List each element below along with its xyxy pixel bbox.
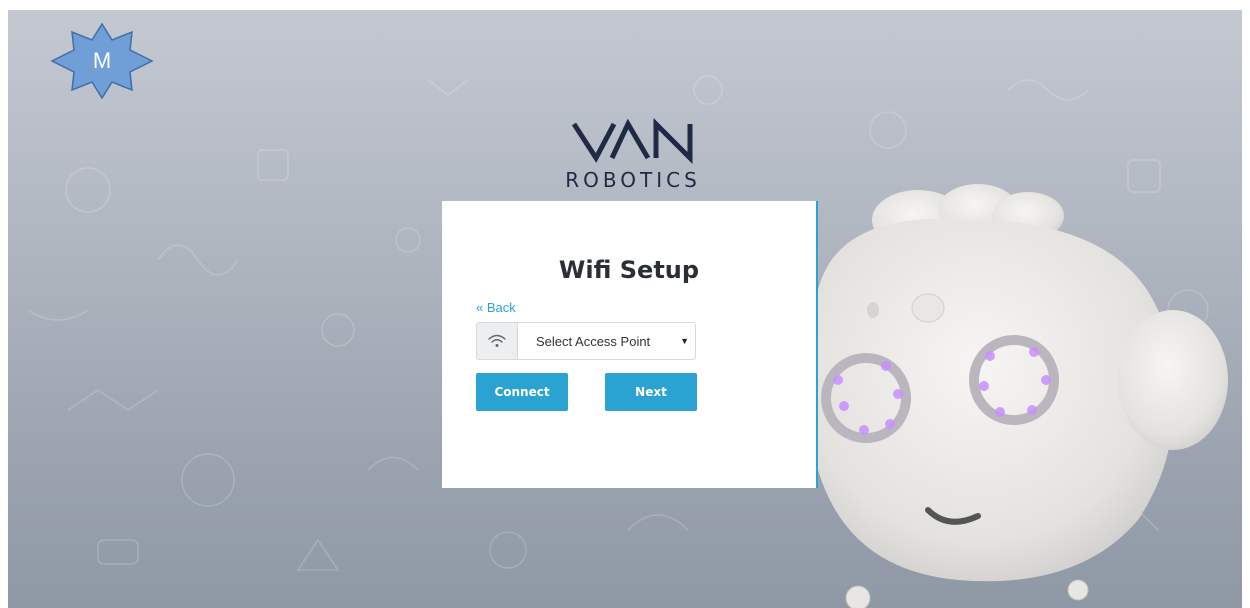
next-button[interactable]: Next bbox=[605, 373, 697, 411]
access-point-select[interactable]: Select Access Point ▼ bbox=[476, 322, 696, 360]
access-point-select-value-area[interactable]: Select Access Point ▼ bbox=[518, 323, 695, 359]
top-strip bbox=[0, 0, 1250, 10]
van-robotics-logo: ROBOTICS bbox=[548, 114, 718, 194]
chevron-down-icon: ▼ bbox=[680, 336, 689, 346]
page-title: Wifi Setup bbox=[558, 256, 700, 284]
back-link[interactable]: « Back bbox=[476, 300, 516, 315]
app-background: M ROBOTICS Wifi Setup « Back Select Acce… bbox=[8, 10, 1242, 608]
wifi-icon bbox=[488, 334, 506, 347]
connect-button[interactable]: Connect bbox=[476, 373, 568, 411]
access-point-select-value: Select Access Point bbox=[536, 333, 651, 349]
wifi-setup-card: Wifi Setup « Back Select Access Point ▼ … bbox=[442, 201, 818, 488]
wifi-addon bbox=[477, 323, 518, 359]
badge-label: M bbox=[92, 48, 112, 73]
van-logo-mark bbox=[571, 117, 693, 165]
logo-wordmark: ROBOTICS bbox=[565, 168, 701, 192]
robot-illustration bbox=[818, 184, 1228, 608]
